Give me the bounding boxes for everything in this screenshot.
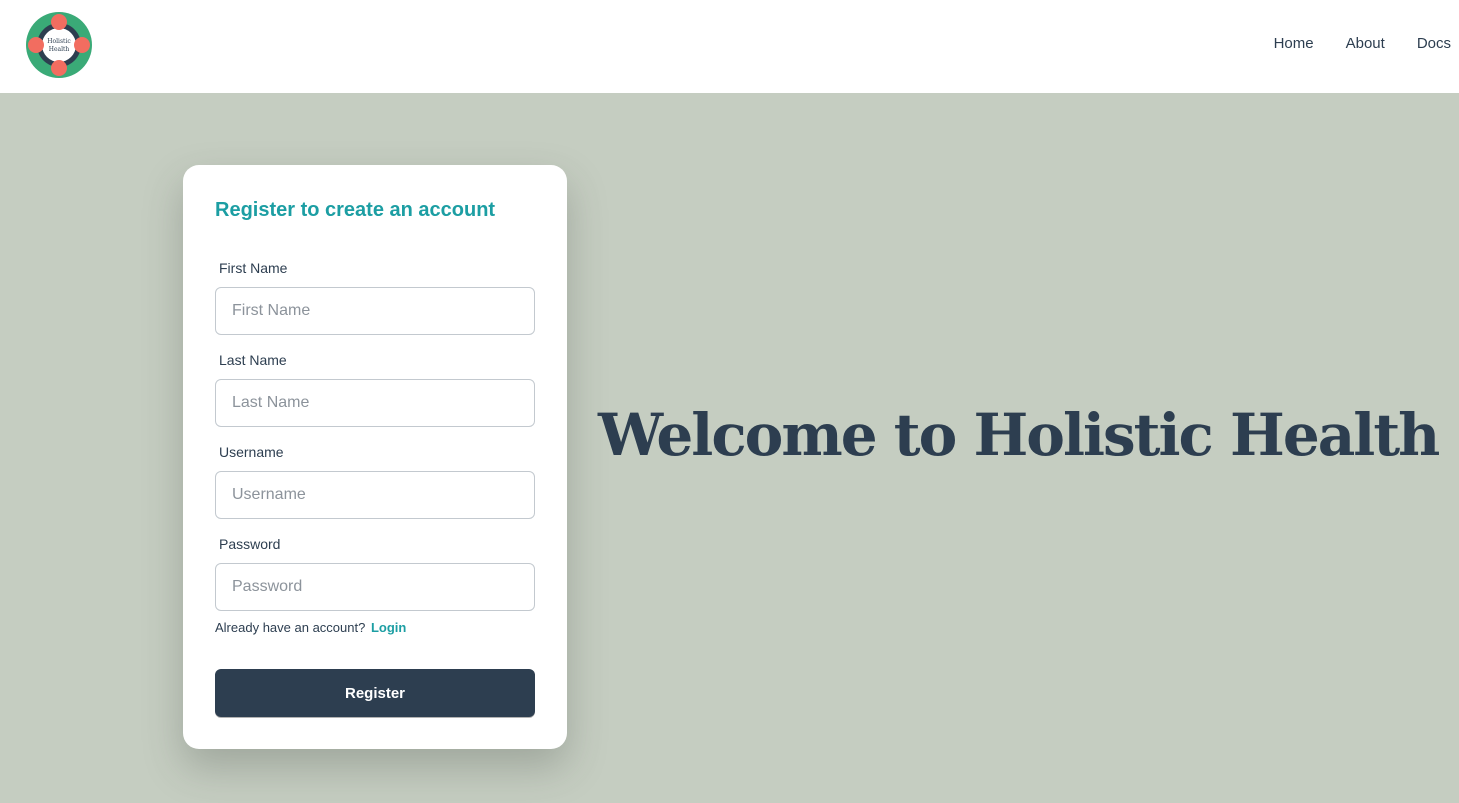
login-prompt-text: Already have an account? <box>215 620 366 635</box>
password-label: Password <box>219 536 281 552</box>
nav-links: Home About Docs <box>1242 35 1451 52</box>
nav-link-home[interactable]: Home <box>1274 35 1314 52</box>
username-label: Username <box>219 444 284 460</box>
top-navbar: Holistic Health Home About Docs <box>0 0 1459 93</box>
username-input[interactable] <box>215 471 535 519</box>
register-card: Register to create an account First Name… <box>183 165 567 749</box>
main-area: Register to create an account First Name… <box>0 93 1459 803</box>
nav-link-about[interactable]: About <box>1346 35 1385 52</box>
welcome-heading: Welcome to Holistic Health <box>598 401 1440 469</box>
nav-link-docs[interactable]: Docs <box>1417 35 1451 52</box>
first-name-input[interactable] <box>215 287 535 335</box>
login-prompt-line: Already have an account? Login <box>215 620 406 635</box>
first-name-label: First Name <box>219 260 288 276</box>
last-name-label: Last Name <box>219 352 287 368</box>
login-link[interactable]: Login <box>371 620 406 635</box>
last-name-input[interactable] <box>215 379 535 427</box>
logo-text-line1: Holistic <box>47 38 71 45</box>
holistic-health-logo[interactable]: Holistic Health <box>26 12 92 78</box>
register-button[interactable]: Register <box>215 669 535 717</box>
logo-text-line2: Health <box>49 46 70 53</box>
password-input[interactable] <box>215 563 535 611</box>
register-title: Register to create an account <box>215 199 496 221</box>
